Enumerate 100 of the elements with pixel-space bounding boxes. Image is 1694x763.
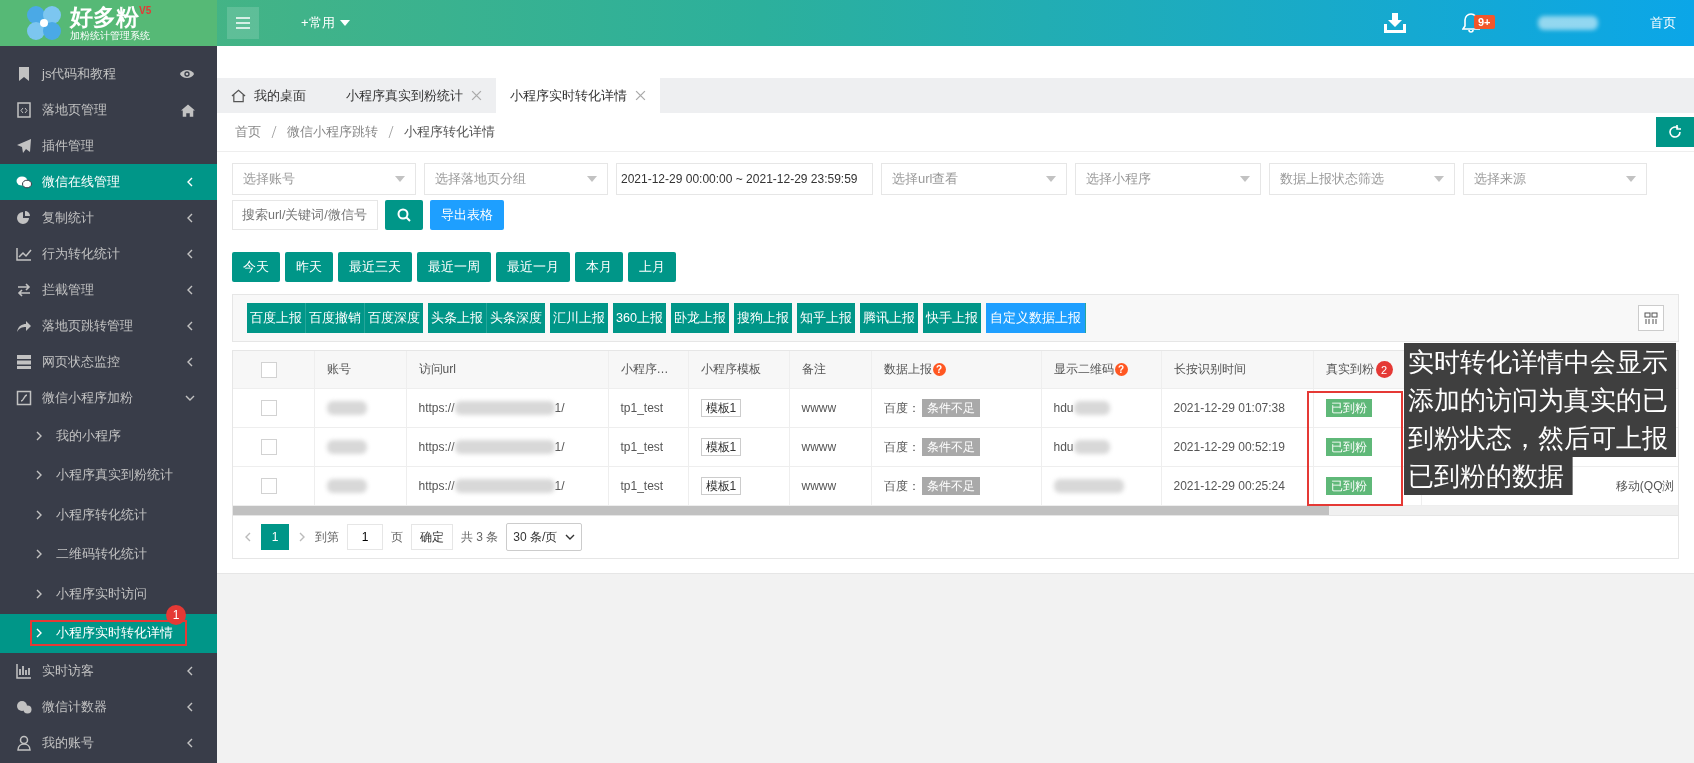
report-button[interactable]: 百度深度	[365, 303, 423, 333]
report-button[interactable]: 搜狗上报	[733, 303, 792, 333]
select-field[interactable]: 选择账号	[232, 163, 416, 195]
date-range-button[interactable]: 最近一月	[496, 252, 570, 282]
tab[interactable]: 我的桌面	[217, 78, 320, 113]
report-button[interactable]: 腾讯上报	[859, 303, 918, 333]
sidebar-item[interactable]: js代码和教程	[0, 56, 217, 92]
table-cell: https://	[418, 400, 455, 415]
sidebar-item[interactable]: 微信在线管理	[0, 164, 217, 200]
checkbox[interactable]	[261, 361, 277, 378]
checkbox[interactable]	[261, 400, 277, 416]
breadcrumb-link[interactable]: 首页	[235, 123, 261, 141]
close-icon[interactable]	[635, 90, 646, 101]
select-field[interactable]: 选择落地页分组	[424, 163, 608, 195]
sidebar-subitem[interactable]: 小程序真实到粉统计	[30, 463, 187, 488]
server-list-icon	[16, 354, 32, 370]
chevron-right-icon	[34, 430, 44, 441]
sidebar-subitem[interactable]: 二维码转化统计	[30, 542, 161, 567]
columns-button[interactable]	[1638, 305, 1664, 331]
sidebar-item[interactable]: 网页状态监控	[0, 344, 217, 380]
table-cell: hdu	[1053, 400, 1074, 415]
sidebar-item[interactable]: 实时访客	[0, 653, 217, 689]
page-input[interactable]: 1	[347, 524, 383, 550]
table-cell: wwww	[801, 440, 837, 454]
date-range-button[interactable]: 上月	[628, 252, 676, 282]
tab[interactable]: 小程序真实到粉统计	[320, 78, 496, 113]
checkbox[interactable]	[261, 478, 277, 494]
redaction-blur	[1053, 479, 1124, 494]
table-cell: https://	[418, 439, 455, 454]
report-button[interactable]: 汇川上报	[550, 303, 608, 333]
bell-icon[interactable]	[1462, 13, 1480, 33]
column-header: 备注	[801, 362, 826, 376]
refresh-button[interactable]	[1656, 117, 1694, 147]
confirm-button[interactable]: 确定	[411, 524, 453, 550]
redaction-blur	[326, 479, 367, 494]
close-icon[interactable]	[471, 90, 482, 101]
home-link[interactable]: 首页	[1650, 14, 1676, 32]
checkbox[interactable]	[261, 439, 277, 455]
bar-chart-icon	[16, 663, 32, 679]
chevron-left-icon	[185, 213, 195, 223]
logo-subtitle: 加粉统计管理系统	[70, 30, 151, 41]
bookmark-icon	[16, 66, 32, 82]
sidebar-item[interactable]: 落地页跳转管理	[0, 308, 217, 344]
table-cell: hdu	[1053, 439, 1074, 454]
help-badge: ?	[1114, 363, 1128, 377]
chevron-right-icon	[34, 509, 44, 520]
date-range-button[interactable]: 今天	[232, 252, 280, 282]
version-label: V5	[139, 4, 152, 16]
report-button[interactable]: 头条深度	[487, 303, 545, 333]
report-button[interactable]: 头条上报	[428, 303, 487, 333]
export-button[interactable]: 导出表格	[430, 200, 504, 230]
date-range-button[interactable]: 本月	[575, 252, 623, 282]
sidebar-item[interactable]: 微信小程序加粉	[0, 380, 217, 416]
breadcrumb-link[interactable]: 微信小程序跳转	[287, 123, 378, 141]
chevron-down-icon	[185, 393, 195, 403]
report-button[interactable]: 360上报	[613, 303, 666, 333]
select-field[interactable]: 选择url查看	[881, 163, 1067, 195]
column-header: 数据上报	[883, 362, 932, 376]
date-range-button[interactable]: 最近一周	[417, 252, 491, 282]
sidebar-item[interactable]: 微信计数器	[0, 689, 217, 725]
sidebar-item[interactable]: 复制统计	[0, 200, 217, 236]
favorites-menu[interactable]: +常用	[301, 14, 350, 32]
table-cell: tp1_test	[620, 479, 664, 493]
page-unit: 页	[391, 528, 403, 546]
breadcrumb-link[interactable]: 小程序转化详情	[404, 123, 495, 141]
column-header: 账号	[326, 362, 351, 376]
report-button[interactable]: 自定义数据上报	[985, 303, 1086, 333]
menu-icon	[236, 17, 250, 29]
redaction-blur	[326, 440, 367, 455]
tab[interactable]: 小程序实时转化详情	[496, 78, 660, 113]
page-button[interactable]: 1	[261, 524, 289, 550]
select-field[interactable]: 选择来源	[1463, 163, 1647, 195]
report-button[interactable]: 快手上报	[922, 303, 981, 333]
date-range-button[interactable]: 最近三天	[338, 252, 412, 282]
sidebar-item[interactable]: 我的账号	[0, 725, 217, 761]
table-cell: wwww	[801, 479, 837, 493]
search-field[interactable]: 搜索url/关键词/微信号	[232, 200, 378, 230]
search-icon	[397, 208, 411, 222]
date-range-field[interactable]: 2021-12-29 00:00:00 ~ 2021-12-29 23:59:59	[616, 163, 873, 195]
menu-button[interactable]	[227, 7, 259, 39]
highlight-frame[interactable]: 小程序实时转化详情	[30, 620, 187, 647]
sidebar-subitem[interactable]: 小程序实时访问	[30, 581, 161, 606]
report-button[interactable]: 百度撤销	[306, 303, 365, 333]
date-range-button[interactable]: 昨天	[285, 252, 333, 282]
page-size-select[interactable]: 30 条/页	[506, 523, 583, 551]
report-button[interactable]: 百度上报	[247, 303, 306, 333]
eye-icon	[179, 68, 195, 80]
report-button[interactable]: 知乎上报	[796, 303, 855, 333]
sidebar-subitem[interactable]: 我的小程序	[30, 423, 135, 448]
sidebar-item[interactable]: 插件管理	[0, 128, 217, 164]
select-field[interactable]: 选择小程序	[1075, 163, 1261, 195]
download-icon[interactable]	[1384, 13, 1406, 33]
column-header: 小程序模板	[700, 362, 761, 376]
sidebar-item[interactable]: 落地页管理	[0, 92, 217, 128]
sidebar-subitem[interactable]: 小程序转化统计	[30, 502, 161, 527]
sidebar-item[interactable]: 行为转化统计	[0, 236, 217, 272]
select-field[interactable]: 数据上报状态筛选	[1269, 163, 1455, 195]
search-button[interactable]	[385, 200, 423, 230]
sidebar-item[interactable]: 拦截管理	[0, 272, 217, 308]
report-button[interactable]: 卧龙上报	[670, 303, 729, 333]
